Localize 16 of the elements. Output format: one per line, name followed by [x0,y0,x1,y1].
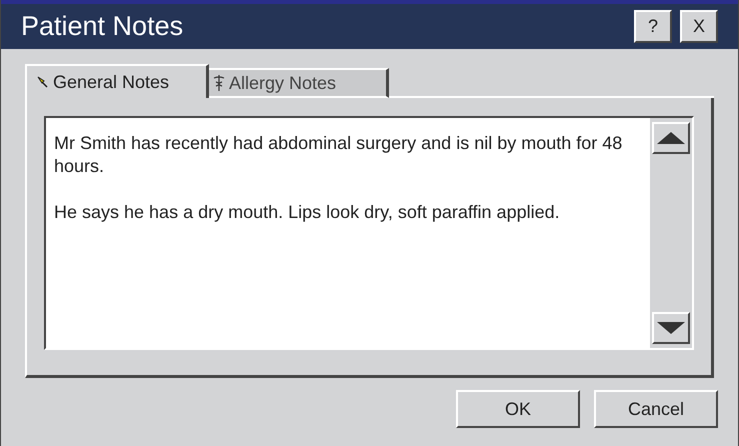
up-arrow-icon [657,132,685,144]
cancel-button[interactable]: Cancel [594,390,718,428]
note-paragraph: He says he has a dry mouth. Lips look dry, soft paraffin applied. [54,201,561,224]
notes-text-area[interactable]: Mr Smith has recently had abdominal surgery and is nil by mouth for 48 hours. He says he has a dry mouth. Lips look dry, soft paraffin applied. [46,118,650,348]
note-paragraph: Mr Smith has recently had abdominal surgery and is nil by mouth for 48 hours. [54,132,624,178]
ok-button[interactable]: OK [456,390,580,428]
pushpin-icon [35,75,49,89]
scroll-up-button[interactable] [652,122,690,154]
close-button[interactable]: X [680,10,718,43]
window-title: Patient Notes [21,10,184,44]
tab[interactable]: General Notes [25,64,209,98]
down-arrow-icon [657,322,685,334]
caduceus-icon [213,74,225,92]
scroll-down-button[interactable] [652,312,690,344]
tab[interactable]: Allergy Notes [209,68,389,98]
help-button[interactable]: ? [634,10,672,43]
